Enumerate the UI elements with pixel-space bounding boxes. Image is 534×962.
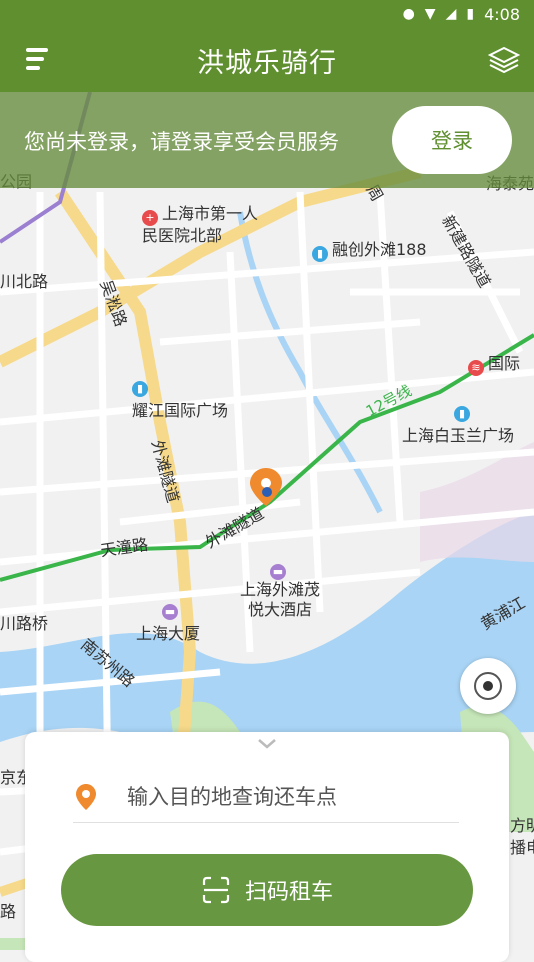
poi-guoji[interactable]: ≋ 国际 [468,350,520,376]
layers-button[interactable] [486,42,522,78]
poi-fangming-label: 方明 [510,816,534,835]
poi-yaojiang[interactable]: ▮ 耀江国际广场 [132,375,228,421]
layers-icon [487,46,521,74]
wifi-icon: ▼ [424,6,436,22]
poi-rongchuang-label: 融创外滩188 [332,240,427,259]
location-status-icon: ● [402,6,415,22]
poi-baiyulan-label: 上海白玉兰广场 [402,426,515,445]
scan-rent-label: 扫码租车 [244,880,333,905]
poi-hospital[interactable]: + 上海市第一人 民医院北部 [142,204,258,246]
poi-shanghai-dasha[interactable]: ▬ 上海大厦 [136,598,200,644]
poi-shanghai-dasha-label: 上海大厦 [136,624,201,643]
poi-baiyulan[interactable]: ▮ 上海白玉兰广场 [402,400,514,446]
signal-icon: ◢ [445,6,457,22]
hospital-icon: + [142,210,158,226]
login-banner: 您尚未登录，请登录享受会员服务 登录 [0,92,534,188]
hotel-icon: ▬ [270,564,286,580]
clock: 4:08 [484,4,520,24]
poi-rongchuang[interactable]: ▮ 融创外滩188 [312,236,427,262]
poi-waitanmao-label: 上海外滩茂 悦大酒店 [240,580,321,619]
app-bar: 洪城乐骑行 [0,28,534,92]
scan-rent-button[interactable]: 扫码租车 [61,854,473,926]
battery-icon: ▮ [466,6,475,22]
destination-input[interactable] [125,772,449,822]
building-icon: ▮ [454,406,470,422]
destination-row[interactable] [73,772,459,823]
login-button[interactable]: 登录 [392,106,512,174]
poi-waitanmao[interactable]: ▬ 上海外滩茂 悦大酒店 [240,558,320,620]
chevron-down-icon[interactable] [255,734,279,754]
poi-guoji-label: 国际 [488,354,521,373]
poi-bodian-label: 播电 [510,838,534,857]
metro-icon: ≋ [468,360,484,376]
locate-button[interactable] [460,658,516,714]
road-chuanbei-label: 川北路 [0,272,49,291]
bottom-sheet [25,732,509,962]
scan-icon [202,876,230,904]
login-prompt: 您尚未登录，请登录享受会员服务 [24,130,339,154]
poi-hospital-label: 上海市第一人 民医院北部 [142,204,259,245]
road-lu-label: 路 [0,902,17,921]
app-title: 洪城乐骑行 [197,47,337,79]
poi-yaojiang-label: 耀江国际广场 [132,401,229,420]
status-bar: ● ▼ ◢ ▮ 4:08 [0,0,534,28]
hotel-icon: ▬ [162,604,178,620]
road-chuanlu-bridge-label: 川路桥 [0,614,49,633]
location-pin-icon [76,784,96,810]
building-icon: ▮ [132,381,148,397]
building-icon: ▮ [312,246,328,262]
